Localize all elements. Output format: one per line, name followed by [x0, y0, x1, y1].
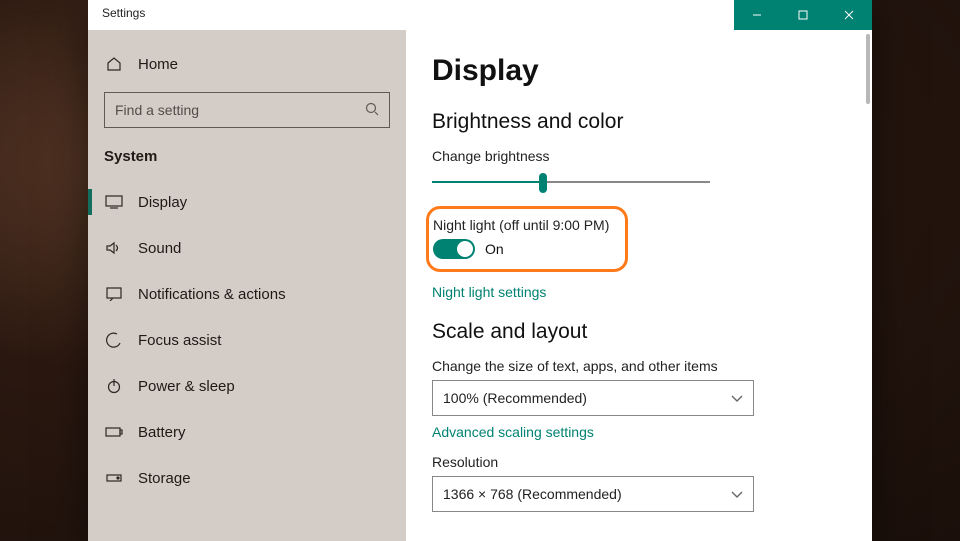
toggle-knob — [457, 241, 473, 257]
night-light-label: Night light (off until 9:00 PM) — [433, 217, 609, 233]
section-scale-layout: Scale and layout — [432, 320, 846, 344]
sidebar-item-label: Storage — [138, 470, 191, 487]
sidebar-item-storage[interactable]: Storage — [88, 455, 406, 501]
slider-fill — [432, 181, 543, 183]
power-icon — [104, 378, 124, 394]
content-pane: Display Brightness and color Change brig… — [406, 30, 872, 541]
sidebar-item-focus-assist[interactable]: Focus assist — [88, 317, 406, 363]
display-icon — [104, 195, 124, 209]
home-label: Home — [138, 56, 178, 73]
close-button[interactable] — [826, 0, 872, 30]
category-header: System — [88, 142, 406, 179]
sidebar-item-label: Display — [138, 194, 187, 211]
search-icon — [365, 102, 379, 119]
sidebar: Home Find a setting System Display Sound — [88, 30, 406, 541]
section-brightness-color: Brightness and color — [432, 110, 846, 134]
sidebar-item-display[interactable]: Display — [88, 179, 406, 225]
sidebar-item-label: Focus assist — [138, 332, 221, 349]
sidebar-item-label: Power & sleep — [138, 378, 235, 395]
advanced-scaling-link[interactable]: Advanced scaling settings — [432, 424, 846, 440]
settings-window: Settings Home Find a setting System — [88, 0, 872, 541]
window-title: Settings — [102, 6, 145, 20]
titlebar: Settings — [88, 0, 872, 30]
chevron-down-icon — [731, 486, 743, 502]
night-light-state: On — [485, 241, 504, 257]
sidebar-item-label: Battery — [138, 424, 186, 441]
resolution-label: Resolution — [432, 454, 846, 470]
home-icon — [104, 56, 124, 72]
sidebar-item-label: Notifications & actions — [138, 286, 286, 303]
sidebar-item-label: Sound — [138, 240, 181, 257]
storage-icon — [104, 472, 124, 484]
window-controls — [734, 0, 872, 30]
maximize-button[interactable] — [780, 0, 826, 30]
sidebar-item-notifications[interactable]: Notifications & actions — [88, 271, 406, 317]
page-title: Display — [432, 54, 846, 88]
resolution-dropdown[interactable]: 1366 × 768 (Recommended) — [432, 476, 754, 512]
night-light-settings-link[interactable]: Night light settings — [432, 284, 846, 300]
search-input[interactable]: Find a setting — [104, 92, 390, 128]
sidebar-item-battery[interactable]: Battery — [88, 409, 406, 455]
scale-dropdown[interactable]: 100% (Recommended) — [432, 380, 754, 416]
search-placeholder: Find a setting — [115, 102, 365, 118]
slider-thumb[interactable] — [539, 173, 547, 193]
minimize-button[interactable] — [734, 0, 780, 30]
home-nav[interactable]: Home — [88, 42, 406, 86]
brightness-slider[interactable] — [432, 170, 710, 194]
sidebar-item-power-sleep[interactable]: Power & sleep — [88, 363, 406, 409]
battery-icon — [104, 426, 124, 438]
night-light-toggle[interactable] — [433, 239, 475, 259]
night-light-highlight: Night light (off until 9:00 PM) On — [426, 206, 628, 272]
sidebar-item-sound[interactable]: Sound — [88, 225, 406, 271]
focus-assist-icon — [104, 332, 124, 348]
scrollbar[interactable] — [866, 34, 870, 104]
scale-label: Change the size of text, apps, and other… — [432, 358, 846, 374]
scale-value: 100% (Recommended) — [443, 390, 587, 406]
sound-icon — [104, 241, 124, 255]
notifications-icon — [104, 287, 124, 301]
chevron-down-icon — [731, 390, 743, 406]
brightness-label: Change brightness — [432, 148, 846, 164]
resolution-value: 1366 × 768 (Recommended) — [443, 486, 622, 502]
